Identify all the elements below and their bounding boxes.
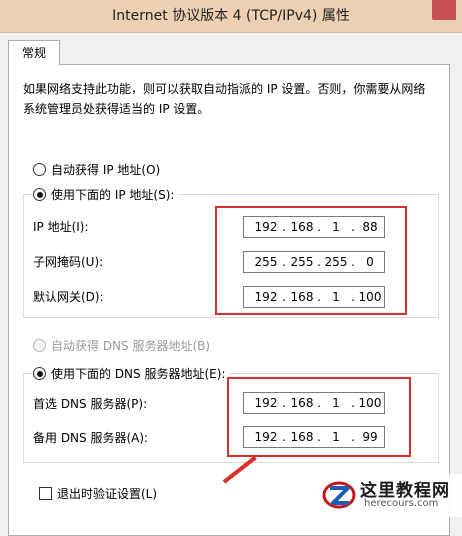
auto-dns-label: 自动获得 DNS 服务器地址(B) [51, 339, 211, 353]
title-bar: Internet 协议版本 4 (TCP/IPv4) 属性 [0, 0, 462, 33]
radio-checked-icon [33, 367, 46, 380]
subnet-mask-label: 子网掩码(U): [33, 255, 104, 269]
validate-settings-checkbox[interactable]: 退出时验证设置(L) [39, 485, 157, 503]
validate-settings-label: 退出时验证设置(L) [57, 487, 158, 501]
general-panel: 如果网络支持此功能，则可以获取自动指派的 IP 设置。否则，你需要从网络系统管理… [8, 64, 450, 536]
radio-checked-icon [33, 188, 46, 201]
manual-dns-label: 使用下面的 DNS 服务器地址(E): [51, 367, 226, 381]
preferred-dns-label: 首选 DNS 服务器(P): [33, 397, 148, 411]
checkbox-icon [39, 487, 52, 500]
description-text: 如果网络支持此功能，则可以获取自动指派的 IP 设置。否则，你需要从网络系统管理… [23, 82, 426, 116]
watermark-url: herecours.com [364, 498, 439, 509]
tab-general[interactable]: 常规 [8, 40, 60, 65]
watermark-logo-icon [322, 481, 356, 509]
auto-ip-label: 自动获得 IP 地址(O) [51, 163, 161, 177]
watermark: 这里教程网 herecours.com [318, 474, 462, 517]
alternate-dns-label: 备用 DNS 服务器(A): [33, 431, 149, 445]
radio-icon [33, 163, 46, 176]
default-gateway-label: 默认网关(D): [33, 290, 104, 304]
auto-ip-radio[interactable]: 自动获得 IP 地址(O) [33, 161, 160, 179]
radio-disabled-icon [33, 339, 46, 352]
close-button[interactable] [432, 0, 456, 20]
dns-highlight-box [227, 377, 411, 457]
auto-dns-radio[interactable]: 自动获得 DNS 服务器地址(B) [33, 337, 210, 355]
manual-dns-radio[interactable]: 使用下面的 DNS 服务器地址(E): [33, 365, 230, 383]
ip-address-label: IP 地址(I): [33, 220, 89, 234]
ip-highlight-box [215, 206, 407, 315]
manual-ip-radio[interactable]: 使用下面的 IP 地址(S): [33, 186, 179, 204]
manual-ip-label: 使用下面的 IP 地址(S): [51, 188, 175, 202]
window-title: Internet 协议版本 4 (TCP/IPv4) 属性 [112, 8, 350, 24]
